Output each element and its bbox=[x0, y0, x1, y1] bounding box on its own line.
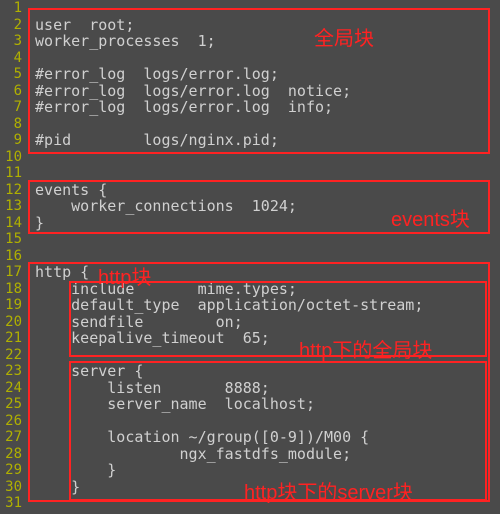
line-text: #pid logs/nginx.pid; bbox=[26, 131, 500, 149]
code-line: 14 } bbox=[0, 215, 500, 232]
line-number: 1 bbox=[0, 0, 26, 16]
line-number: 20 bbox=[0, 314, 26, 330]
line-text: } bbox=[26, 461, 500, 479]
line-text: worker_processes 1; bbox=[26, 32, 500, 50]
code-line: 24 listen 8888; bbox=[0, 380, 500, 397]
line-number: 2 bbox=[0, 17, 26, 33]
code-line: 31 bbox=[0, 495, 500, 512]
code-line: 2 user root; bbox=[0, 17, 500, 34]
line-number: 9 bbox=[0, 132, 26, 148]
code-line: 23 server { bbox=[0, 363, 500, 380]
line-text: #error_log logs/error.log notice; bbox=[26, 82, 500, 100]
line-text: #error_log logs/error.log info; bbox=[26, 98, 500, 116]
code-line: 30 } bbox=[0, 479, 500, 496]
line-text: } bbox=[26, 214, 500, 232]
line-text: location ~/group([0-9])/M00 { bbox=[26, 428, 500, 446]
code-line: 27 location ~/group([0-9])/M00 { bbox=[0, 429, 500, 446]
line-number: 22 bbox=[0, 347, 26, 363]
line-number: 26 bbox=[0, 413, 26, 429]
code-line: 5 #error_log logs/error.log; bbox=[0, 66, 500, 83]
code-line: 18 include mime.types; bbox=[0, 281, 500, 298]
code-line: 20 sendfile on; bbox=[0, 314, 500, 331]
line-number: 21 bbox=[0, 330, 26, 346]
line-number: 11 bbox=[0, 165, 26, 181]
code-line: 11 bbox=[0, 165, 500, 182]
line-number: 23 bbox=[0, 363, 26, 379]
line-number: 12 bbox=[0, 182, 26, 198]
line-number: 31 bbox=[0, 495, 26, 511]
line-text: keepalive_timeout 65; bbox=[26, 329, 500, 347]
line-number: 29 bbox=[0, 462, 26, 478]
code-line: 3 worker_processes 1; bbox=[0, 33, 500, 50]
code-line: 12 events { bbox=[0, 182, 500, 199]
line-text: listen 8888; bbox=[26, 379, 500, 397]
code-line: 26 bbox=[0, 413, 500, 430]
line-text: sendfile on; bbox=[26, 313, 500, 331]
line-number: 5 bbox=[0, 66, 26, 82]
code-line: 15 bbox=[0, 231, 500, 248]
code-line: 1 bbox=[0, 0, 500, 17]
code-line: 8 bbox=[0, 116, 500, 133]
code-line: 9 #pid logs/nginx.pid; bbox=[0, 132, 500, 149]
line-number: 18 bbox=[0, 281, 26, 297]
line-text: http { bbox=[26, 263, 500, 281]
line-text: user root; bbox=[26, 16, 500, 34]
code-line: 19 default_type application/octet-stream… bbox=[0, 297, 500, 314]
code-line: 4 bbox=[0, 50, 500, 67]
line-text: #error_log logs/error.log; bbox=[26, 65, 500, 83]
line-number: 4 bbox=[0, 50, 26, 66]
code-line: 28 ngx_fastdfs_module; bbox=[0, 446, 500, 463]
line-number: 8 bbox=[0, 116, 26, 132]
line-number: 19 bbox=[0, 297, 26, 313]
line-number: 28 bbox=[0, 446, 26, 462]
line-number: 30 bbox=[0, 479, 26, 495]
line-number: 17 bbox=[0, 264, 26, 280]
line-text: events { bbox=[26, 181, 500, 199]
line-number: 27 bbox=[0, 429, 26, 445]
line-number: 10 bbox=[0, 149, 26, 165]
line-number: 13 bbox=[0, 198, 26, 214]
line-number: 16 bbox=[0, 248, 26, 264]
code-line: 21 keepalive_timeout 65; bbox=[0, 330, 500, 347]
code-line: 29 } bbox=[0, 462, 500, 479]
code-line: 10 bbox=[0, 149, 500, 166]
line-text: server_name localhost; bbox=[26, 395, 500, 413]
line-number: 7 bbox=[0, 99, 26, 115]
code-line: 17 http { bbox=[0, 264, 500, 281]
line-text: server { bbox=[26, 362, 500, 380]
line-text: include mime.types; bbox=[26, 280, 500, 298]
line-text: } bbox=[26, 478, 500, 496]
line-number: 3 bbox=[0, 33, 26, 49]
line-text: worker_connections 1024; bbox=[26, 197, 500, 215]
code-line: 7 #error_log logs/error.log info; bbox=[0, 99, 500, 116]
line-number: 15 bbox=[0, 231, 26, 247]
line-text: default_type application/octet-stream; bbox=[26, 296, 500, 314]
code-line: 22 bbox=[0, 347, 500, 364]
code-line: 6 #error_log logs/error.log notice; bbox=[0, 83, 500, 100]
code-line: 25 server_name localhost; bbox=[0, 396, 500, 413]
line-number: 6 bbox=[0, 83, 26, 99]
code-line: 16 bbox=[0, 248, 500, 265]
code-line: 13 worker_connections 1024; bbox=[0, 198, 500, 215]
line-number: 24 bbox=[0, 380, 26, 396]
line-number: 25 bbox=[0, 396, 26, 412]
line-number: 14 bbox=[0, 215, 26, 231]
line-text: ngx_fastdfs_module; bbox=[26, 445, 500, 463]
code-lines: 12 user root;3 worker_processes 1;45 #er… bbox=[0, 0, 500, 512]
code-editor: 12 user root;3 worker_processes 1;45 #er… bbox=[0, 0, 500, 514]
